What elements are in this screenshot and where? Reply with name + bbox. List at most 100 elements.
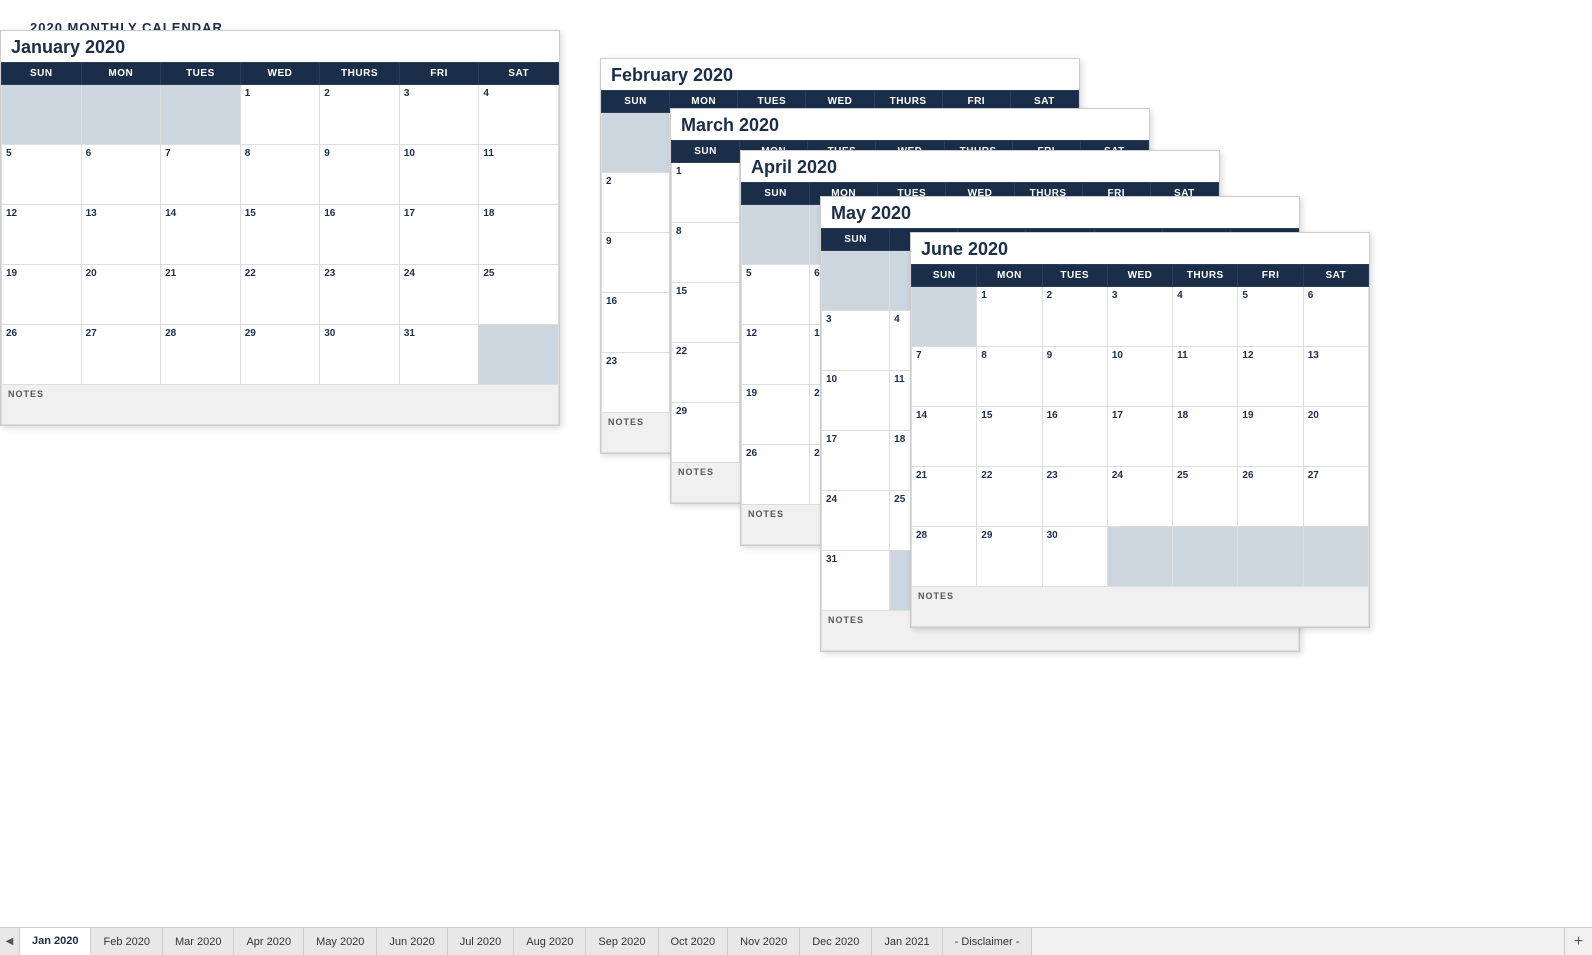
table-cell: 19 <box>2 265 82 325</box>
table-cell: 15 <box>672 283 740 343</box>
table-cell: 5 <box>1238 287 1303 347</box>
table-cell: 23 <box>602 353 670 413</box>
table-cell: 8 <box>977 347 1042 407</box>
tab-jan2021[interactable]: Jan 2021 <box>872 928 942 955</box>
table-cell: 21 <box>161 265 241 325</box>
table-cell: 1 <box>977 287 1042 347</box>
tab-nov2020[interactable]: Nov 2020 <box>728 928 800 955</box>
col-sun: SUN <box>2 63 82 85</box>
tab-bar: ◀ Jan 2020 Feb 2020 Mar 2020 Apr 2020 Ma… <box>0 927 1592 955</box>
table-cell: 27 <box>1303 467 1368 527</box>
table-cell: 31 <box>822 551 890 611</box>
table-cell: 8 <box>240 145 320 205</box>
table-cell: 18 <box>479 205 559 265</box>
table-cell: 10 <box>822 371 890 431</box>
table-cell: 13 <box>81 205 161 265</box>
table-cell: 12 <box>1238 347 1303 407</box>
table-cell: 13 <box>1303 347 1368 407</box>
table-cell: 24 <box>399 265 479 325</box>
table-cell: 7 <box>161 145 241 205</box>
table-cell: 9 <box>602 233 670 293</box>
col-sat: SAT <box>479 63 559 85</box>
table-cell: 26 <box>2 325 82 385</box>
may-title: May 2020 <box>821 197 1299 228</box>
table-cell: 8 <box>672 223 740 283</box>
tab-oct2020[interactable]: Oct 2020 <box>659 928 729 955</box>
table-cell <box>912 287 977 347</box>
table-cell: 1 <box>240 85 320 145</box>
table-cell: 2 <box>1042 287 1107 347</box>
table-cell: 20 <box>1303 407 1368 467</box>
col-tue: TUES <box>161 63 241 85</box>
table-cell: 11 <box>1173 347 1238 407</box>
table-cell: 15 <box>977 407 1042 467</box>
tab-add-button[interactable]: + <box>1564 928 1592 955</box>
apr-title: April 2020 <box>741 151 1219 182</box>
app-container: 2020 MONTHLY CALENDAR January 2020 SUN M… <box>0 0 1592 955</box>
tab-apr2020[interactable]: Apr 2020 <box>234 928 304 955</box>
table-cell: 15 <box>240 205 320 265</box>
tab-disclaimer[interactable]: - Disclaimer - <box>943 928 1033 955</box>
table-cell: 17 <box>399 205 479 265</box>
feb-title: February 2020 <box>601 59 1079 90</box>
table-cell: 11 <box>479 145 559 205</box>
table-cell: 28 <box>161 325 241 385</box>
table-cell: 4 <box>479 85 559 145</box>
table-cell: 16 <box>1042 407 1107 467</box>
table-cell: 4 <box>1173 287 1238 347</box>
table-cell: 18 <box>1173 407 1238 467</box>
tab-nav-left[interactable]: ◀ <box>0 928 20 955</box>
table-cell: 22 <box>977 467 1042 527</box>
table-cell: 10 <box>1107 347 1172 407</box>
col-mon: MON <box>81 63 161 85</box>
table-cell: 29 <box>672 403 740 463</box>
table-cell: 10 <box>399 145 479 205</box>
calendar-jun: June 2020 SUN MON TUES WED THURS FRI SAT <box>910 232 1370 628</box>
table-cell: 21 <box>912 467 977 527</box>
tab-jan2020[interactable]: Jan 2020 <box>20 928 91 955</box>
table-cell: 28 <box>912 527 977 587</box>
table-cell: 14 <box>912 407 977 467</box>
table-cell: 17 <box>1107 407 1172 467</box>
table-cell: 27 <box>81 325 161 385</box>
tab-feb2020[interactable]: Feb 2020 <box>91 928 162 955</box>
table-cell: 22 <box>672 343 740 403</box>
table-cell <box>1303 527 1368 587</box>
table-cell: 23 <box>1042 467 1107 527</box>
tab-jun2020[interactable]: Jun 2020 <box>377 928 447 955</box>
jan-title: January 2020 <box>1 31 559 62</box>
table-cell: 6 <box>81 145 161 205</box>
table-cell <box>602 113 670 173</box>
table-cell <box>742 205 810 265</box>
tab-may2020[interactable]: May 2020 <box>304 928 377 955</box>
jan-header: SUN MON TUES WED THURS FRI SAT <box>2 63 559 85</box>
table-cell <box>1238 527 1303 587</box>
tab-aug2020[interactable]: Aug 2020 <box>514 928 586 955</box>
col-wed: WED <box>240 63 320 85</box>
col-sun: SUN <box>602 91 670 113</box>
table-cell <box>2 85 82 145</box>
table-cell: 5 <box>2 145 82 205</box>
col-fri: FRI <box>399 63 479 85</box>
table-cell: 25 <box>479 265 559 325</box>
table-cell <box>161 85 241 145</box>
table-cell: 2 <box>602 173 670 233</box>
tab-mar2020[interactable]: Mar 2020 <box>163 928 234 955</box>
jan-table: SUN MON TUES WED THURS FRI SAT 1 <box>1 62 559 425</box>
table-cell: 19 <box>742 385 810 445</box>
main-content: 2020 MONTHLY CALENDAR January 2020 SUN M… <box>0 0 1592 927</box>
tab-dec2020[interactable]: Dec 2020 <box>800 928 872 955</box>
table-cell: 29 <box>977 527 1042 587</box>
table-cell: 1 <box>672 163 740 223</box>
table-cell: 17 <box>822 431 890 491</box>
table-cell <box>822 251 890 311</box>
table-cell: 3 <box>399 85 479 145</box>
table-cell: 16 <box>320 205 400 265</box>
tab-jul2020[interactable]: Jul 2020 <box>448 928 515 955</box>
table-cell: 12 <box>2 205 82 265</box>
tab-sep2020[interactable]: Sep 2020 <box>586 928 658 955</box>
table-cell <box>479 325 559 385</box>
table-cell: 2 <box>320 85 400 145</box>
jun-title: June 2020 <box>911 233 1369 264</box>
table-cell: 30 <box>320 325 400 385</box>
